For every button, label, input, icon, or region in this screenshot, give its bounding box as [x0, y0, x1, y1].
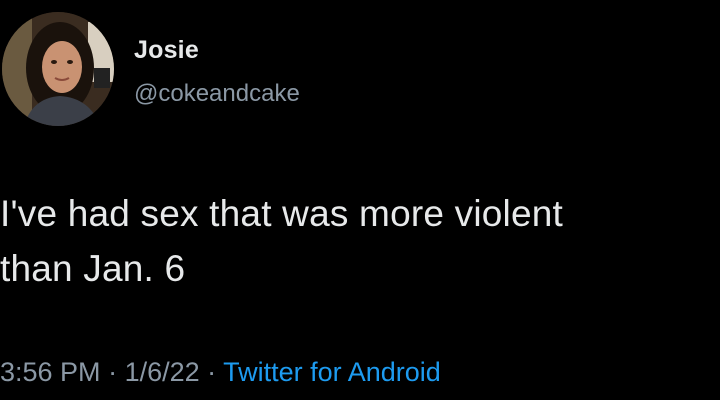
- tweet-date[interactable]: 1/6/22: [125, 357, 200, 387]
- profile-photo-icon: [2, 12, 114, 126]
- tweet-text: I've had sex that was more violent than …: [0, 186, 715, 296]
- tweet-meta: 3:56 PM · 1/6/22 · Twitter for Android: [0, 357, 441, 388]
- tweet-text-line: I've had sex that was more violent: [0, 193, 563, 234]
- tweet-text-line: than Jan. 6: [0, 248, 186, 289]
- author-handle[interactable]: @cokeandcake: [134, 80, 300, 108]
- tweet-source-link[interactable]: Twitter for Android: [223, 357, 441, 387]
- author-avatar[interactable]: [2, 12, 114, 126]
- tweet-time[interactable]: 3:56 PM: [0, 357, 101, 387]
- tweet-card: Josie @cokeandcake I've had sex that was…: [0, 0, 720, 400]
- meta-separator: ·: [199, 357, 224, 387]
- author-display-name[interactable]: Josie: [134, 36, 199, 65]
- meta-separator: ·: [100, 357, 125, 387]
